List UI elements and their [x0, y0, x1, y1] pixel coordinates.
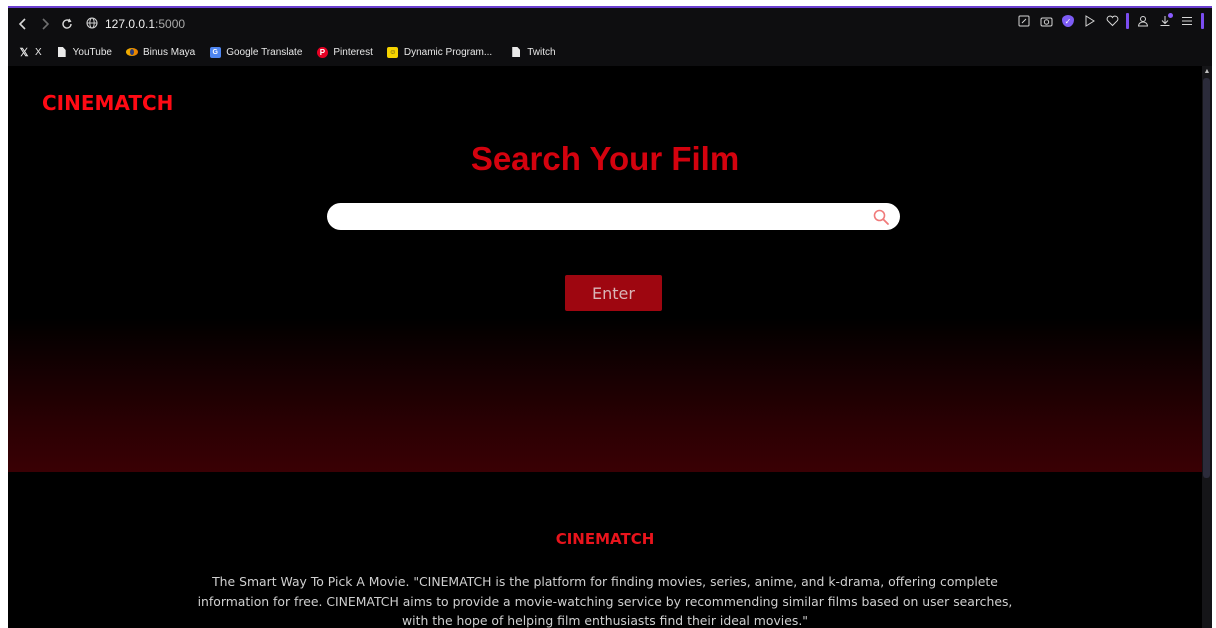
browser-toolbar: 127.0.0.1:5000 ✓ [8, 8, 1212, 40]
footer-description-line: with the hope of helping film enthusiast… [402, 613, 808, 628]
forward-button[interactable] [34, 13, 56, 35]
binus-maya-icon [125, 46, 138, 58]
address-bar[interactable]: 127.0.0.1:5000 [86, 12, 185, 36]
download-icon[interactable] [1157, 13, 1173, 29]
bookmark-label: YouTube [72, 46, 112, 58]
heart-icon[interactable] [1104, 13, 1120, 29]
footer-description: The Smart Way To Pick A Movie. "CINEMATC… [168, 572, 1042, 628]
camera-icon[interactable] [1038, 13, 1054, 29]
reload-button[interactable] [56, 13, 78, 35]
bookmark-label: Binus Maya [142, 46, 196, 58]
google-translate-icon: G [209, 46, 221, 58]
hero-section: CINEMATCH Search Your Film Enter [8, 66, 1202, 472]
bookmark-youtube[interactable]: YouTube [56, 46, 112, 58]
footer-logo: CINEMATCH [555, 530, 655, 548]
enter-button[interactable]: Enter [565, 275, 662, 311]
document-icon [56, 46, 68, 58]
footer-description-line: information for free. CINEMATCH aims to … [197, 593, 1013, 609]
site-logo[interactable]: CINEMATCH [42, 91, 173, 115]
search-input[interactable] [327, 202, 872, 231]
reload-icon [62, 18, 72, 29]
toolbar-actions: ✓ [1016, 13, 1204, 29]
scroll-up-arrow-icon[interactable]: ▲ [1203, 68, 1211, 76]
profile-icon[interactable] [1135, 13, 1151, 29]
url-port: :5000 [155, 17, 186, 31]
toolbar-separator-end [1201, 13, 1204, 29]
bookmark-x[interactable]: 𝕏 X [18, 46, 42, 59]
bookmark-dynamic-programming[interactable]: ☺ Dynamic Program... [387, 46, 492, 58]
bookmark-label: Google Translate [226, 46, 303, 58]
chevron-left-icon [18, 18, 26, 30]
document-icon [510, 46, 522, 58]
vertical-scrollbar[interactable]: ▲ [1202, 66, 1212, 628]
bookmarks-bar: 𝕏 X YouTube Binus Maya G Google Translat… [8, 40, 1212, 64]
bookmark-label: Pinterest [333, 46, 373, 58]
search-bar [327, 202, 900, 231]
vpn-shield-icon[interactable]: ✓ [1060, 13, 1076, 29]
chevron-right-icon [42, 18, 50, 30]
x-logo-icon: 𝕏 [19, 46, 29, 59]
globe-icon [86, 16, 98, 32]
bookmark-pinterest[interactable]: P Pinterest [316, 46, 373, 58]
bookmark-label: Twitch [527, 46, 556, 58]
navigation-buttons [12, 13, 78, 35]
bookmark-binus-maya[interactable]: Binus Maya [125, 46, 196, 58]
page-viewport: CINEMATCH Search Your Film Enter CINEMAT… [8, 66, 1202, 628]
scrollbar-thumb[interactable] [1203, 78, 1210, 478]
dynamic-programming-icon: ☺ [387, 46, 399, 58]
footer-description-line: The Smart Way To Pick A Movie. "CINEMATC… [212, 574, 998, 589]
bookmark-label: Dynamic Program... [403, 46, 493, 58]
edit-icon[interactable] [1016, 13, 1032, 29]
footer: CINEMATCH The Smart Way To Pick A Movie.… [8, 472, 1202, 628]
play-icon[interactable] [1082, 13, 1098, 29]
bookmark-twitch[interactable]: Twitch [510, 46, 556, 58]
browser-window: 127.0.0.1:5000 ✓ 𝕏 X YouTube Binus Maya… [8, 6, 1212, 628]
menu-icon[interactable] [1179, 13, 1195, 29]
toolbar-separator [1126, 13, 1129, 29]
back-button[interactable] [12, 13, 34, 35]
search-icon[interactable] [872, 208, 890, 226]
bookmark-google-translate[interactable]: G Google Translate [209, 46, 302, 58]
bookmark-label: X [35, 46, 42, 58]
page-title: Search Your Film [470, 140, 740, 177]
pinterest-icon: P [316, 46, 328, 58]
url-host: 127.0.0.1 [105, 17, 156, 31]
